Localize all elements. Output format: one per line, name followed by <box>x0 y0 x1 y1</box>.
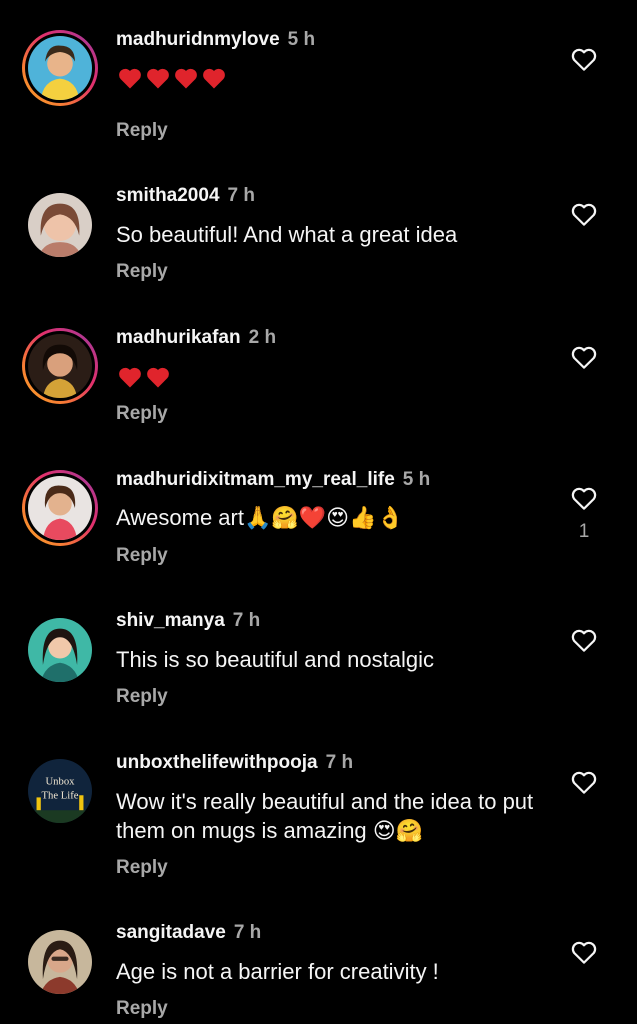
heart-emoji-icon <box>147 69 169 89</box>
comment-text: Awesome art🙏🤗❤️😍👍👌 <box>116 505 404 530</box>
avatar[interactable] <box>22 328 98 404</box>
comment-text: This is so beautiful and nostalgic <box>116 647 434 672</box>
comment-text: So beautiful! And what a great idea <box>116 222 458 247</box>
timestamp: 5 h <box>287 29 316 50</box>
heart-outline-icon <box>571 629 597 652</box>
comment-text: Wow it's really beautiful and the idea t… <box>116 789 534 843</box>
like-button[interactable] <box>568 767 600 797</box>
heart-outline-icon <box>571 48 597 71</box>
username[interactable]: unboxthelifewithpooja <box>116 752 318 773</box>
username[interactable]: madhurikafan <box>116 327 241 348</box>
heart-outline-icon <box>571 487 597 510</box>
comment-text: Age is not a barrier for creativity ! <box>116 959 439 984</box>
username[interactable]: sangitadave <box>116 922 226 943</box>
comment-meta: smitha2004 7 h <box>116 184 255 208</box>
heart-emoji-icon <box>175 69 197 89</box>
heart-outline-icon <box>571 941 597 964</box>
timestamp: 7 h <box>325 752 354 773</box>
timestamp: 7 h <box>232 610 261 631</box>
username[interactable]: madhuridnmylove <box>116 29 280 50</box>
avatar[interactable] <box>22 612 98 688</box>
timestamp: 2 h <box>248 327 277 348</box>
comment-meta: unboxthelifewithpooja 7 h <box>116 751 353 775</box>
avatar[interactable]: Unbox The Life <box>22 753 98 829</box>
heart-outline-icon <box>571 346 597 369</box>
heart-emoji-icon <box>119 69 141 89</box>
like-count: 1 <box>578 521 590 542</box>
avatar[interactable] <box>22 470 98 546</box>
comment-meta: sangitadave 7 h <box>116 921 261 945</box>
like-button[interactable] <box>568 937 600 967</box>
heart-emoji-icon <box>119 368 141 388</box>
reply-button[interactable]: Reply <box>116 686 168 708</box>
username[interactable]: smitha2004 <box>116 185 220 206</box>
heart-outline-icon <box>571 771 597 794</box>
avatar-text-line2: The Life <box>42 790 79 801</box>
comment-text: ❤️❤️❤️❤️ <box>116 62 556 92</box>
reply-button[interactable]: Reply <box>116 403 168 425</box>
avatar[interactable] <box>22 924 98 1000</box>
avatar[interactable] <box>22 30 98 106</box>
comment-meta: madhuridixitmam_my_real_life 5 h <box>116 468 430 492</box>
username[interactable]: shiv_manya <box>116 610 225 631</box>
avatar-text-line1: Unbox <box>45 777 75 788</box>
avatar[interactable] <box>22 187 98 263</box>
heart-emoji-icon <box>203 69 225 89</box>
reply-button[interactable]: Reply <box>116 857 168 879</box>
like-button[interactable] <box>568 199 600 229</box>
username[interactable]: madhuridixitmam_my_real_life <box>116 469 395 490</box>
reply-button[interactable]: Reply <box>116 545 168 567</box>
comment-meta: madhuridnmylove 5 h <box>116 28 315 52</box>
timestamp: 5 h <box>402 469 431 490</box>
like-button[interactable] <box>568 44 600 74</box>
reply-button[interactable]: Reply <box>116 261 168 283</box>
timestamp: 7 h <box>227 185 255 206</box>
comment-meta: madhurikafan 2 h <box>116 326 276 350</box>
like-button[interactable] <box>568 342 600 372</box>
reply-button[interactable]: Reply <box>116 998 168 1020</box>
heart-emoji-icon <box>147 368 169 388</box>
like-button[interactable] <box>568 483 600 513</box>
reply-button[interactable]: Reply <box>116 120 168 142</box>
like-button[interactable] <box>568 625 600 655</box>
heart-outline-icon <box>571 203 597 226</box>
timestamp: 7 h <box>233 922 262 943</box>
comment-text: ❤️❤️ <box>116 361 556 391</box>
comment-meta: shiv_manya 7 h <box>116 609 260 633</box>
